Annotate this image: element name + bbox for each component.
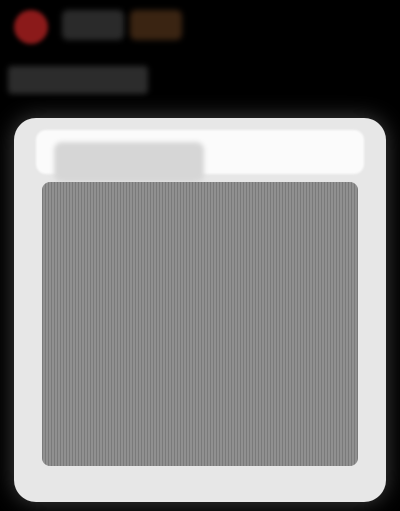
screen <box>0 0 400 511</box>
window-header <box>36 130 364 182</box>
page-title <box>8 66 148 94</box>
close-icon[interactable] <box>14 10 48 44</box>
top-toolbar <box>0 0 400 56</box>
content-area <box>42 182 358 466</box>
main-window <box>14 118 386 502</box>
toolbar-slot-2[interactable] <box>130 10 182 40</box>
window-tab[interactable] <box>54 142 204 182</box>
toolbar-slot-1[interactable] <box>62 10 124 40</box>
